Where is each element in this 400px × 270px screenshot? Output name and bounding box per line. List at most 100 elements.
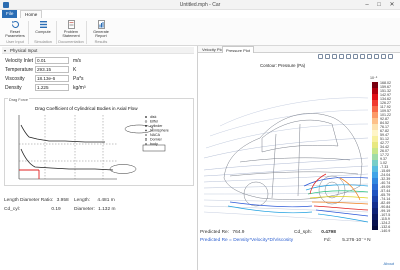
cd-sph-readout: Cd_sph: 0.4798 [294,230,336,237]
legend-cylinder: cylinder [150,124,163,128]
colorbar-exponent: 10⁻⁵ [370,76,378,80]
physical-input-header[interactable]: ▾ Physical Input [2,47,194,54]
diameter-readout: Diameter: 1.132 m [74,207,115,214]
cd-cyl-label: Cd_cyl: [4,207,20,212]
reset-parameters-label: Reset Parameters [5,30,25,39]
ldr-label: Length Diameter Ratio: [4,198,54,203]
minimize-button[interactable]: – [362,1,372,9]
screenshot-icon[interactable] [381,54,386,59]
zoom-out-icon[interactable] [325,54,330,59]
pressure-streamline [309,173,327,195]
density-unit: kg/m³ [73,85,86,91]
drag-force-frame: Drag Force Drag Coefficient of Cylindric… [4,98,194,186]
density-row: Density 1.225 kg/m³ [5,84,120,92]
zoom-extents-icon[interactable] [332,54,337,59]
scene-light-icon[interactable] [367,54,372,59]
generate-report-button[interactable]: Generate Report [88,20,114,38]
reset-icon [11,20,20,29]
ribbon-group-results: Results [94,40,108,44]
car-panel-line [297,123,301,197]
legend-body: body [150,142,158,146]
figure-curve-upper [20,124,105,143]
status-bar: About [197,258,400,270]
legend-marker [145,129,147,132]
velocity-inlet-input[interactable]: 0.01 [35,57,69,64]
car-beltline [239,157,351,163]
pressure-colorbar [372,82,378,230]
sketch-body [109,164,137,174]
physical-input-title: Physical Input [10,48,38,53]
ribbon-group-user-input: User Input [6,40,24,44]
problem-statement-label: Problem Statement [62,30,80,39]
maximize-button[interactable]: □ [374,1,384,9]
ribbon-divider [56,21,57,44]
streamline [203,173,369,183]
compute-label: Compute [35,30,51,34]
legend-marker [145,125,147,127]
density-input[interactable]: 1.225 [35,84,69,91]
streamline [205,123,369,149]
viscosity-row: Viscosity 18.13e-6 Pa*s [5,75,120,83]
pressure-streamline [311,201,369,205]
plot-pane: Velocity Plot Pressure Plot Contour: Pre… [197,46,400,270]
transparency-icon[interactable] [374,54,379,59]
view-3d-icon[interactable] [360,54,365,59]
viscosity-input[interactable]: 18.13e-6 [35,75,69,82]
temperature-unit: K [73,67,77,73]
density-label: Density [5,85,22,91]
legend-eiffel: Eiffel [150,120,158,124]
ribbon: Reset Parameters Compute Problem Stateme… [0,18,400,46]
title-bar: Untitled.mph - Car – □ ✕ [0,0,400,10]
tab-pressure-plot[interactable]: Pressure Plot [222,46,255,53]
collapse-caret-icon: ▾ [4,48,7,53]
car-streamline-render [203,97,369,223]
plot-tabs: Velocity Plot Pressure Plot [198,46,400,53]
velocity-inlet-unit: m/s [73,58,82,64]
ribbon-group-simulation: Simulation [34,40,52,44]
legend-marker [144,138,147,141]
temperature-input[interactable]: 293.15 [35,66,69,73]
tab-file[interactable]: File [2,10,18,18]
cd-sph-value: 0.4798 [321,230,336,235]
legend-marker [145,116,147,118]
document-icon [67,20,76,29]
cd-sph-label: Cd_sph: [294,230,312,235]
tab-home[interactable]: Home [20,10,43,18]
print-icon[interactable] [388,54,393,59]
predicted-re-label: Predicted Re: [200,230,230,235]
window-title: Untitled.mph - Car [179,2,221,8]
length-readout: Length: 4.481 m [74,198,115,205]
car-wheel [318,175,346,205]
ribbon-group-documentation: Documentation [58,40,84,44]
ribbon-tabs: File Home [0,10,400,18]
drag-force-readout: Fd: 5.276·10⁻⁴ N [324,238,371,245]
legend-marker [144,133,148,137]
zoom-in-icon[interactable] [318,54,323,59]
view-yz-icon[interactable] [346,54,351,59]
legend-marker [145,143,147,145]
viscosity-unit: Pa*s [73,76,84,82]
about-link[interactable]: About [384,261,394,266]
reset-parameters-button[interactable]: Reset Parameters [2,20,28,38]
generate-report-label: Generate Report [93,30,109,39]
pressure-streamline [313,205,369,211]
view-xy-icon[interactable] [339,54,344,59]
figure-title: Drag Coefficient of Cylindrical Bodies i… [35,106,138,111]
predicted-re-readout: Predicted Re: 764.9 [200,230,244,237]
compute-icon [39,20,48,29]
pressure-plot-area[interactable]: Contour: Pressure (Pa) 10⁻⁵ 168.02 159.6… [200,62,400,238]
streamline [203,199,369,203]
problem-statement-button[interactable]: Problem Statement [58,20,84,38]
velocity-inlet-label: Velocity Inlet [5,58,34,64]
pressure-streamline [229,201,313,208]
figure-curve-lower [20,148,114,171]
close-button[interactable]: ✕ [387,1,397,9]
diameter-value: 1.132 m [98,207,116,212]
view-xz-icon[interactable] [353,54,358,59]
streamline [203,157,369,171]
compute-button[interactable]: Compute [30,20,56,34]
cd-cyl-value: 0.19 [51,207,61,212]
ribbon-divider [28,21,29,44]
sketch-ellipsoid [124,124,154,134]
legend-hemisphere: hemisphere [150,129,169,133]
